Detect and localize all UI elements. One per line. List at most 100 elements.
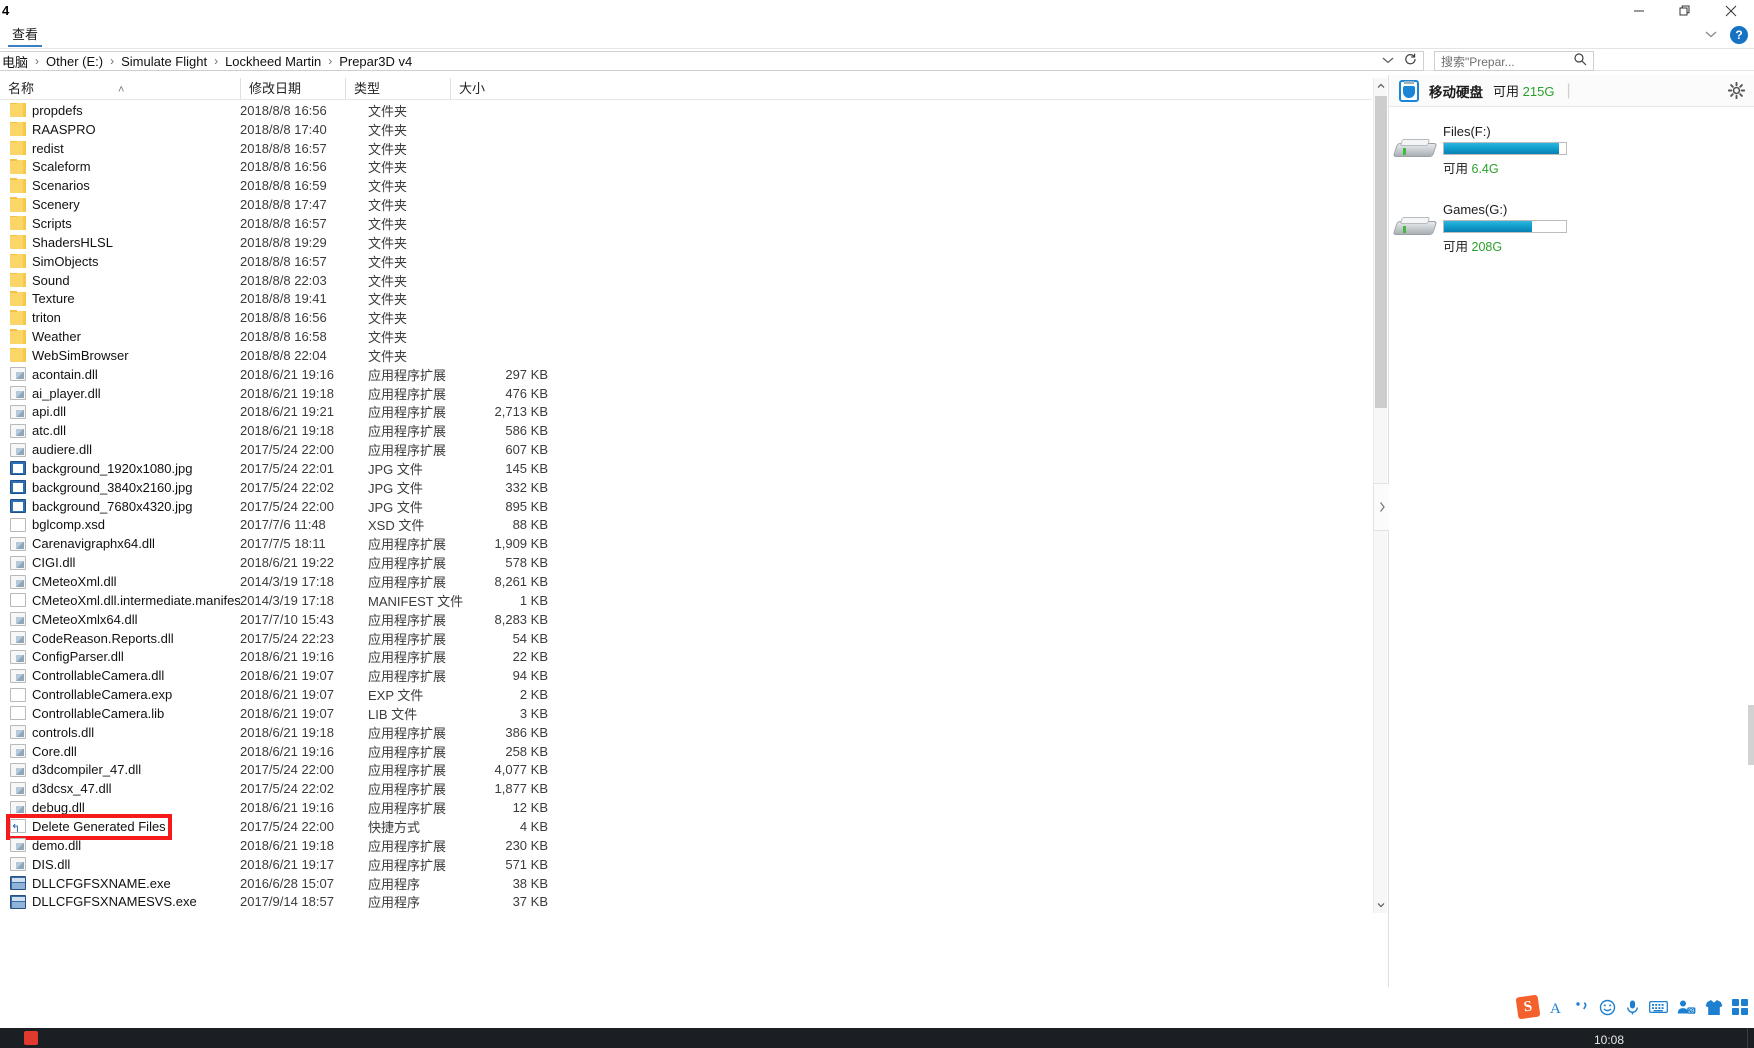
file-name-cell[interactable]: audiere.dll bbox=[0, 442, 240, 457]
tab-view[interactable]: 查看 bbox=[8, 25, 42, 47]
table-row[interactable]: ControllableCamera.exp2018/6/21 19:07EXP… bbox=[0, 685, 1372, 704]
file-name-cell[interactable]: CMeteoXml.dll bbox=[0, 574, 240, 589]
toolbox-grid-icon[interactable] bbox=[1732, 999, 1748, 1015]
help-button[interactable]: ? bbox=[1730, 26, 1748, 44]
soft-keyboard-icon[interactable] bbox=[1649, 1000, 1668, 1014]
table-row[interactable]: Sound2018/8/8 22:03文件夹 bbox=[0, 271, 1372, 290]
column-header-size[interactable]: 大小 bbox=[450, 78, 522, 100]
close-button[interactable] bbox=[1708, 0, 1754, 22]
table-row[interactable]: Delete Generated Files2017/5/24 22:00快捷方… bbox=[0, 817, 1372, 836]
drive-item-files-f[interactable]: Files(F:) 可用 6.4G bbox=[1389, 117, 1754, 183]
chevron-down-icon[interactable] bbox=[1381, 52, 1395, 70]
file-name-cell[interactable]: WebSimBrowser bbox=[0, 348, 240, 363]
file-name-cell[interactable]: background_3840x2160.jpg bbox=[0, 480, 240, 495]
table-row[interactable]: ConfigParser.dll2018/6/21 19:16应用程序扩展22 … bbox=[0, 647, 1372, 666]
file-name-cell[interactable]: ControllableCamera.lib bbox=[0, 706, 240, 721]
refresh-icon[interactable] bbox=[1403, 52, 1417, 71]
file-name-cell[interactable]: Scripts bbox=[0, 216, 240, 231]
file-name-cell[interactable]: SimObjects bbox=[0, 254, 240, 269]
breadcrumb-item-4[interactable]: Prepar3D v4 bbox=[336, 54, 415, 69]
file-name-cell[interactable]: redist bbox=[0, 141, 240, 156]
breadcrumb[interactable]: 电脑 › Other (E:) › Simulate Flight › Lock… bbox=[0, 51, 1424, 71]
file-name-cell[interactable]: atc.dll bbox=[0, 423, 240, 438]
file-name-cell[interactable]: background_7680x4320.jpg bbox=[0, 499, 240, 514]
table-row[interactable]: RAASPRO2018/8/8 17:40文件夹 bbox=[0, 120, 1372, 139]
breadcrumb-item-1[interactable]: Other (E:) bbox=[43, 54, 106, 69]
scroll-down-icon[interactable] bbox=[1374, 897, 1388, 913]
search-box[interactable]: 搜索"Prepar... bbox=[1434, 51, 1594, 71]
scroll-up-icon[interactable] bbox=[1374, 78, 1388, 94]
file-name-cell[interactable]: Carenavigraphx64.dll bbox=[0, 536, 240, 551]
table-row[interactable]: SimObjects2018/8/8 16:57文件夹 bbox=[0, 252, 1372, 271]
emoji-icon[interactable] bbox=[1599, 999, 1616, 1016]
table-row[interactable]: DLLCFGFSXNAMESVS.exe2017/9/14 18:57应用程序3… bbox=[0, 892, 1372, 911]
taskbar-clock[interactable]: 10:08 bbox=[1594, 1033, 1624, 1047]
file-name-cell[interactable]: api.dll bbox=[0, 404, 240, 419]
file-name-cell[interactable]: Scenery bbox=[0, 197, 240, 212]
minimize-button[interactable] bbox=[1616, 0, 1662, 22]
table-row[interactable]: acontain.dll2018/6/21 19:16应用程序扩展297 KB bbox=[0, 365, 1372, 384]
table-row[interactable]: CMeteoXmlx64.dll2017/7/10 15:43应用程序扩展8,2… bbox=[0, 610, 1372, 629]
file-name-cell[interactable]: Scenarios bbox=[0, 178, 240, 193]
table-row[interactable]: Scenery2018/8/8 17:47文件夹 bbox=[0, 195, 1372, 214]
file-name-cell[interactable]: bglcomp.xsd bbox=[0, 517, 240, 532]
column-header-type[interactable]: 类型 bbox=[345, 78, 445, 100]
table-row[interactable]: ControllableCamera.dll2018/6/21 19:07应用程… bbox=[0, 666, 1372, 685]
table-row[interactable]: Carenavigraphx64.dll2017/7/5 18:11应用程序扩展… bbox=[0, 534, 1372, 553]
file-name-cell[interactable]: DLLCFGFSXNAME.exe bbox=[0, 876, 240, 891]
breadcrumb-item-0[interactable]: 电脑 bbox=[0, 52, 31, 71]
table-row[interactable]: Scripts2018/8/8 16:57文件夹 bbox=[0, 214, 1372, 233]
file-name-cell[interactable]: Sound bbox=[0, 273, 240, 288]
panel-scrollbar-thumb[interactable] bbox=[1748, 705, 1754, 765]
table-row[interactable]: Weather2018/8/8 16:58文件夹 bbox=[0, 327, 1372, 346]
table-row[interactable]: background_3840x2160.jpg2017/5/24 22:02J… bbox=[0, 478, 1372, 497]
table-row[interactable]: redist2018/8/8 16:57文件夹 bbox=[0, 139, 1372, 158]
file-list[interactable]: propdefs2018/8/8 16:56文件夹RAASPRO2018/8/8… bbox=[0, 101, 1372, 913]
file-name-cell[interactable]: Delete Generated Files bbox=[0, 819, 240, 834]
table-row[interactable]: api.dll2018/6/21 19:21应用程序扩展2,713 KB bbox=[0, 403, 1372, 422]
table-row[interactable]: Scaleform2018/8/8 16:56文件夹 bbox=[0, 158, 1372, 177]
file-name-cell[interactable]: ControllableCamera.exp bbox=[0, 687, 240, 702]
file-name-cell[interactable]: DLLCFGFSXNAMESVS.exe bbox=[0, 894, 240, 909]
table-row[interactable]: CMeteoXml.dll2014/3/19 17:18应用程序扩展8,261 … bbox=[0, 572, 1372, 591]
file-name-cell[interactable]: CodeReason.Reports.dll bbox=[0, 631, 240, 646]
sogou-logo-icon[interactable]: S bbox=[1516, 995, 1541, 1020]
panel-scrollbar[interactable] bbox=[1748, 75, 1754, 987]
table-row[interactable]: atc.dll2018/6/21 19:18应用程序扩展586 KB bbox=[0, 421, 1372, 440]
file-name-cell[interactable]: RAASPRO bbox=[0, 122, 240, 137]
table-row[interactable]: background_7680x4320.jpg2017/5/24 22:00J… bbox=[0, 497, 1372, 516]
table-row[interactable]: Texture2018/8/8 19:41文件夹 bbox=[0, 289, 1372, 308]
file-name-cell[interactable]: acontain.dll bbox=[0, 367, 240, 382]
skin-shirt-icon[interactable] bbox=[1705, 999, 1723, 1016]
file-name-cell[interactable]: ShadersHLSL bbox=[0, 235, 240, 250]
table-row[interactable]: CodeReason.Reports.dll2017/5/24 22:23应用程… bbox=[0, 629, 1372, 648]
file-name-cell[interactable]: DIS.dll bbox=[0, 857, 240, 872]
file-name-cell[interactable]: d3dcompiler_47.dll bbox=[0, 762, 240, 777]
table-row[interactable]: ai_player.dll2018/6/21 19:18应用程序扩展476 KB bbox=[0, 384, 1372, 403]
search-icon[interactable] bbox=[1573, 52, 1587, 71]
table-row[interactable]: ControllableCamera.lib2018/6/21 19:07LIB… bbox=[0, 704, 1372, 723]
table-row[interactable]: audiere.dll2017/5/24 22:00应用程序扩展607 KB bbox=[0, 440, 1372, 459]
table-row[interactable]: triton2018/8/8 16:56文件夹 bbox=[0, 308, 1372, 327]
microphone-icon[interactable] bbox=[1625, 999, 1640, 1016]
table-row[interactable]: DLLCFGFSXNAME.exe2016/6/28 15:07应用程序38 K… bbox=[0, 874, 1372, 893]
breadcrumb-item-2[interactable]: Simulate Flight bbox=[118, 54, 210, 69]
column-header-date[interactable]: 修改日期 bbox=[240, 78, 360, 100]
table-row[interactable]: WebSimBrowser2018/8/8 22:04文件夹 bbox=[0, 346, 1372, 365]
file-name-cell[interactable]: CIGI.dll bbox=[0, 555, 240, 570]
file-name-cell[interactable]: Scaleform bbox=[0, 159, 240, 174]
drive-item-games-g[interactable]: Games(G:) 可用 208G bbox=[1389, 195, 1754, 261]
table-row[interactable]: Scenarios2018/8/8 16:59文件夹 bbox=[0, 176, 1372, 195]
table-row[interactable]: CIGI.dll2018/6/21 19:22应用程序扩展578 KB bbox=[0, 553, 1372, 572]
taskbar-app-icon[interactable] bbox=[24, 1031, 38, 1045]
table-row[interactable]: CMeteoXml.dll.intermediate.manifest2014/… bbox=[0, 591, 1372, 610]
file-name-cell[interactable]: ConfigParser.dll bbox=[0, 649, 240, 664]
table-row[interactable]: bglcomp.xsd2017/7/6 11:48XSD 文件88 KB bbox=[0, 516, 1372, 535]
panel-collapse-button[interactable] bbox=[1373, 483, 1389, 531]
file-name-cell[interactable]: propdefs bbox=[0, 103, 240, 118]
file-name-cell[interactable]: ai_player.dll bbox=[0, 386, 240, 401]
file-name-cell[interactable]: CMeteoXml.dll.intermediate.manifest bbox=[0, 593, 240, 608]
table-row[interactable]: ShadersHLSL2018/8/8 19:29文件夹 bbox=[0, 233, 1372, 252]
file-name-cell[interactable]: CMeteoXmlx64.dll bbox=[0, 612, 240, 627]
table-row[interactable]: propdefs2018/8/8 16:56文件夹 bbox=[0, 101, 1372, 120]
